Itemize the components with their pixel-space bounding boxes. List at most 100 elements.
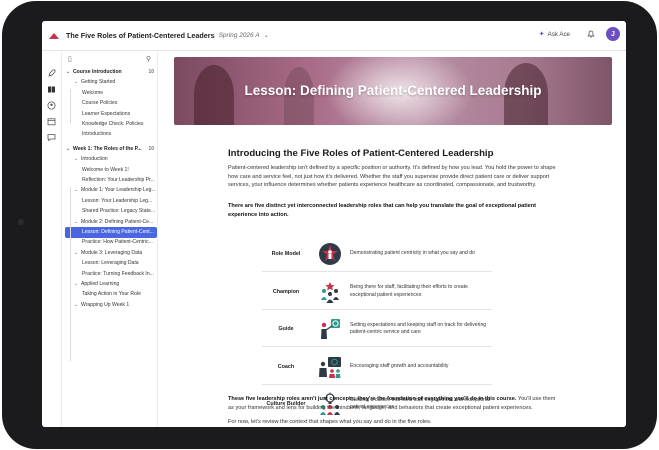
sidebar-section[interactable]: ⌄ Course Introduction 10: [62, 67, 157, 78]
closing-paragraph: For now, let's review the context that s…: [228, 419, 432, 425]
role-row: Champion Being there for staff, facilitat…: [262, 274, 492, 310]
sidebar-item-label: Week 1: The Roles of the P...: [73, 145, 142, 152]
sidebar-group[interactable]: ⌄ Introduction: [62, 154, 157, 165]
brand-logo-icon: [49, 32, 59, 39]
role-row: Coach Encouraging staff growth and accoun…: [262, 349, 492, 385]
sidebar-item-label: Practice: Turning Feedback In...: [82, 270, 154, 277]
sidebar-item-label: Lesson: Your Leadership Leg...: [82, 197, 153, 204]
camera-dot: [18, 219, 24, 225]
sidebar-item-label: Lesson: Defining Patient-Cent...: [82, 229, 154, 235]
role-name: Champion: [272, 288, 300, 295]
user-avatar[interactable]: J: [606, 27, 620, 41]
chevron-down-icon: ⌄: [66, 145, 71, 152]
screen: The Five Roles of Patient-Centered Leade…: [42, 21, 626, 427]
sidebar-item-label: Module 2: Defining Patient-Ce...: [81, 218, 154, 225]
icon-rail: [42, 51, 62, 427]
sidebar-item[interactable]: Learner Expectations: [62, 109, 157, 120]
calendar-icon[interactable]: [47, 117, 56, 126]
book-icon[interactable]: [47, 85, 56, 94]
sidebar-item[interactable]: Lesson: Defining Patient-Cent...: [65, 227, 157, 238]
role-name: Guide: [278, 326, 294, 332]
sidebar-group[interactable]: ⌄ Module 1: Your Leadership Leg...: [62, 185, 157, 196]
sidebar-item-label: Module 1: Your Leadership Leg...: [81, 187, 156, 194]
course-outline-sidebar: ▯ ⚲ ⌄ Course Introduction 10 ⌄ Getting Start…: [62, 51, 158, 427]
sidebar-item-label: Applied Learning: [81, 281, 120, 287]
sidebar-item-label: Knowledge Check: Policies: [82, 121, 144, 127]
role-description: Being there for staff, facilitating thei…: [350, 284, 468, 298]
sidebar-group[interactable]: ⌄ Getting Started: [62, 77, 157, 88]
notification-bell-icon[interactable]: [584, 27, 598, 41]
rocket-icon[interactable]: [47, 69, 56, 78]
champion-icon: [318, 280, 342, 304]
tablet-frame: The Five Roles of Patient-Centered Leade…: [2, 1, 657, 449]
sidebar-group[interactable]: ⌄ Module 2: Defining Patient-Ce...: [62, 217, 157, 228]
sidebar-item[interactable]: Introductions: [62, 129, 157, 140]
chevron-down-icon: ⌄: [74, 79, 79, 86]
chevron-down-icon: ⌄: [66, 69, 71, 75]
chat-icon[interactable]: [47, 133, 56, 142]
role-name: Role Model: [271, 251, 301, 257]
sidebar-section[interactable]: ⌄ Week 1: The Roles of the P... 10: [62, 144, 157, 155]
sidebar-item[interactable]: Lesson: Leveraging Data: [62, 258, 157, 269]
sidebar-item[interactable]: Reflection: Your Leadership Pr...: [62, 175, 157, 186]
sidebar-item[interactable]: Practice: Turning Feedback In...: [62, 269, 157, 280]
chevron-down-icon[interactable]: ⌄: [264, 32, 269, 39]
sidebar-group[interactable]: ⌄ Wrapping Up Week 1: [62, 300, 157, 311]
roles-intro: There are five distinct yet interconnect…: [228, 203, 537, 218]
lesson-heading: Introducing the Five Roles of Patient-Ce…: [228, 148, 494, 159]
sidebar-item[interactable]: Practice: How Patient-Centric...: [62, 237, 157, 248]
sidebar-item-label: Course Introduction: [73, 69, 122, 75]
lesson-content: Lesson: Defining Patient-Centered Leader…: [158, 51, 626, 427]
role-description: Setting expectations and keeping staff o…: [350, 321, 487, 335]
tree-guide-line: [70, 89, 71, 123]
ask-ace-button[interactable]: ✦ Ask Ace: [533, 28, 576, 40]
pin-icon[interactable]: ⚲: [146, 55, 151, 63]
user-circle-icon[interactable]: [47, 101, 56, 110]
sidebar-item-label: Learner Expectations: [82, 110, 131, 117]
sidebar-item[interactable]: Lesson: Your Leadership Leg...: [62, 196, 157, 207]
sidebar-item[interactable]: Welcome to Week 1!: [62, 165, 157, 176]
chevron-down-icon: ⌄: [74, 187, 79, 194]
role-description: Encouraging staff growth and accountabil…: [350, 362, 449, 369]
role-row: Guide Setting expectations and keeping st…: [262, 311, 492, 347]
sidebar-item-label: Module 3: Leveraging Data: [81, 249, 143, 256]
section-count: 10: [148, 69, 154, 75]
chevron-down-icon: ⌄: [74, 156, 79, 163]
sidebar-item-label: Getting Started: [81, 79, 116, 86]
sidebar-item[interactable]: Welcome: [62, 88, 157, 99]
top-bar: The Five Roles of Patient-Centered Leade…: [42, 21, 626, 51]
ask-ace-label: Ask Ace: [547, 30, 570, 38]
role-row: Role Model Demonstrating patient centrici…: [262, 236, 492, 272]
sidebar-item[interactable]: Knowledge Check: Policies: [62, 119, 157, 130]
sidebar-item-label: Practice: How Patient-Centric...: [82, 239, 153, 246]
sidebar-item[interactable]: Taking Action in Your Role: [62, 289, 157, 300]
sidebar-group[interactable]: ⌄ Module 3: Leveraging Data: [62, 248, 157, 259]
coach-icon: [318, 355, 342, 379]
sidebar-item[interactable]: Course Policies: [62, 98, 157, 109]
guide-icon: [318, 317, 342, 341]
sidebar-toolbar: ▯ ⚲: [62, 51, 157, 67]
role-description: Demonstrating patient centricity in what…: [350, 250, 475, 257]
tree-guide-line: [70, 187, 71, 361]
course-term[interactable]: Spring 2026 A: [219, 32, 260, 39]
intro-paragraph: Patient-centered leadership isn't define…: [228, 165, 556, 189]
collapse-panel-icon[interactable]: ▯: [68, 55, 72, 63]
sidebar-item-label: Course Policies: [82, 100, 118, 107]
role-name: Coach: [277, 363, 295, 370]
role-model-icon: [318, 242, 342, 266]
sidebar-item-label: Welcome to Week 1!: [82, 166, 129, 173]
sidebar-item-label: Taking Action in Your Role: [82, 291, 141, 298]
sidebar-item-label: Introductions: [82, 131, 112, 138]
sidebar-item[interactable]: Shared Practice: Legacy State...: [62, 206, 157, 217]
sidebar-item-label: Lesson: Leveraging Data: [82, 260, 139, 267]
section-count: 10: [148, 145, 154, 152]
banner-title: Lesson: Defining Patient-Centered Leader…: [244, 83, 542, 98]
sidebar-item-label: Wrapping Up Week 1: [81, 301, 130, 308]
sparkle-icon: ✦: [538, 31, 545, 38]
course-title[interactable]: The Five Roles of Patient-Centered Leade…: [66, 31, 215, 40]
lesson-banner: Lesson: Defining Patient-Centered Leader…: [174, 57, 612, 125]
sidebar-item-label: Reflection: Your Leadership Pr...: [82, 177, 155, 183]
sidebar-item-label: Shared Practice: Legacy State...: [82, 208, 156, 215]
chevron-down-icon: ⌄: [74, 249, 79, 256]
sidebar-group[interactable]: ⌄ Applied Learning: [62, 279, 157, 290]
